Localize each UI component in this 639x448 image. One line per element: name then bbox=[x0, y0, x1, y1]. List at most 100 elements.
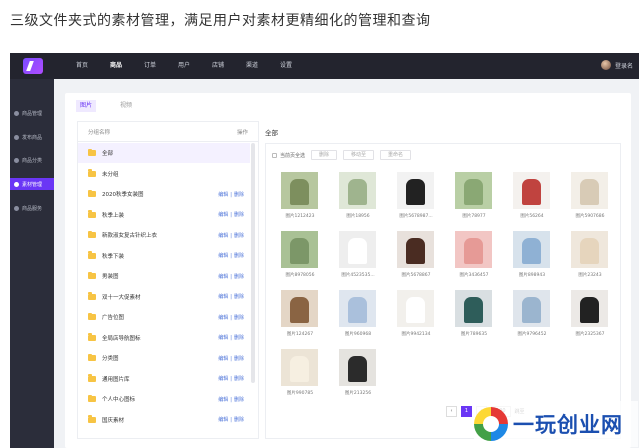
edit-link[interactable]: 编辑 bbox=[218, 376, 228, 382]
delete-link[interactable]: 删除 bbox=[234, 233, 244, 239]
group-actions: 编辑 | 删除 bbox=[218, 314, 244, 321]
action-separator: | bbox=[230, 417, 232, 423]
edit-link[interactable]: 编辑 bbox=[218, 356, 228, 362]
product-shape bbox=[522, 238, 541, 264]
delete-link[interactable]: 删除 bbox=[234, 294, 244, 300]
user-label[interactable]: 登录名 bbox=[615, 61, 633, 70]
folder-icon bbox=[88, 374, 96, 382]
group-row[interactable]: 秋季下装 编辑 | 删除 bbox=[78, 246, 250, 266]
group-row[interactable]: 双十一大促素材 编辑 | 删除 bbox=[78, 287, 250, 307]
group-row[interactable]: 全部 bbox=[78, 143, 250, 163]
product-shape bbox=[406, 297, 425, 323]
edit-link[interactable]: 编辑 bbox=[218, 192, 228, 198]
edit-link[interactable]: 编辑 bbox=[218, 335, 228, 341]
image-thumbnail[interactable] bbox=[281, 349, 318, 386]
delete-link[interactable]: 删除 bbox=[234, 274, 244, 280]
nav-item[interactable]: 店铺 bbox=[201, 53, 235, 79]
image-thumbnail[interactable] bbox=[513, 290, 550, 327]
image-thumbnail[interactable] bbox=[571, 172, 608, 209]
top-bar: 首页 商品 订单 用户 店铺 渠道 设置 登录名 bbox=[10, 53, 639, 79]
image-thumbnail[interactable] bbox=[339, 172, 376, 209]
delete-link[interactable]: 删除 bbox=[234, 212, 244, 218]
image-thumbnail[interactable] bbox=[513, 172, 550, 209]
delete-link[interactable]: 删除 bbox=[234, 192, 244, 198]
image-thumbnail[interactable] bbox=[571, 290, 608, 327]
edit-link[interactable]: 编辑 bbox=[218, 417, 228, 423]
edit-link[interactable]: 编辑 bbox=[218, 233, 228, 239]
edit-link[interactable]: 编辑 bbox=[218, 315, 228, 321]
move-button[interactable]: 移动至 bbox=[343, 150, 375, 160]
group-row[interactable]: 未分组 bbox=[78, 164, 250, 184]
image-thumbnail[interactable] bbox=[571, 231, 608, 268]
sidebar-item[interactable]: 发布商品 bbox=[10, 131, 54, 143]
image-thumbnail[interactable] bbox=[397, 231, 434, 268]
page-1-button[interactable]: 1 bbox=[461, 406, 472, 417]
action-separator: | bbox=[230, 191, 232, 198]
image-thumbnail[interactable] bbox=[339, 349, 376, 386]
sidebar-item[interactable]: 素材管理 bbox=[10, 178, 54, 190]
image-thumbnail[interactable] bbox=[455, 172, 492, 209]
action-separator: | bbox=[230, 232, 232, 239]
image-thumbnail[interactable] bbox=[455, 231, 492, 268]
delete-link[interactable]: 删除 bbox=[234, 253, 244, 259]
image-thumbnail[interactable] bbox=[281, 172, 318, 209]
group-row[interactable]: 国庆素材 编辑 | 删除 bbox=[78, 410, 250, 430]
nav-item[interactable]: 渠道 bbox=[235, 53, 269, 79]
group-row[interactable]: 个人中心图标 编辑 | 删除 bbox=[78, 389, 250, 409]
edit-link[interactable]: 编辑 bbox=[218, 253, 228, 259]
action-separator: | bbox=[230, 314, 232, 321]
tab-images[interactable]: 图片 bbox=[76, 100, 97, 112]
image-thumbnail[interactable] bbox=[281, 231, 318, 268]
delete-link[interactable]: 删除 bbox=[234, 376, 244, 382]
delete-link[interactable]: 删除 bbox=[234, 417, 244, 423]
sidebar-item[interactable]: 商品服务 bbox=[10, 202, 54, 214]
delete-link[interactable]: 删除 bbox=[234, 397, 244, 403]
avatar[interactable] bbox=[600, 60, 611, 70]
image-thumbnail[interactable] bbox=[513, 231, 550, 268]
gallery-box: 当前页全选 删除 移动至 重命名 图片1212423 图片18956 图片56789… bbox=[265, 143, 621, 439]
group-action-header: 操作 bbox=[236, 129, 248, 136]
nav-item[interactable]: 商品 bbox=[99, 53, 133, 79]
group-row[interactable]: 分类图 编辑 | 删除 bbox=[78, 348, 250, 368]
media-tabs: 图片 视频 bbox=[76, 100, 136, 112]
edit-link[interactable]: 编辑 bbox=[218, 212, 228, 218]
sidebar-item[interactable]: 商品管理 bbox=[10, 107, 54, 119]
group-row[interactable]: 秋季上装 编辑 | 删除 bbox=[78, 205, 250, 225]
edit-link[interactable]: 编辑 bbox=[218, 397, 228, 403]
rename-button[interactable]: 重命名 bbox=[380, 150, 412, 160]
nav-item[interactable]: 订单 bbox=[133, 53, 167, 79]
prev-page-button[interactable]: ‹ bbox=[446, 406, 457, 417]
sidebar-item[interactable]: 商品分类 bbox=[10, 154, 54, 166]
nav-item[interactable]: 设置 bbox=[269, 53, 303, 79]
group-row[interactable]: 新款淑女复古针织上衣 编辑 | 删除 bbox=[78, 225, 250, 245]
group-name: 个人中心图标 bbox=[102, 397, 136, 403]
tab-videos[interactable]: 视频 bbox=[116, 100, 136, 112]
edit-link[interactable]: 编辑 bbox=[218, 294, 228, 300]
group-actions: 编辑 | 删除 bbox=[218, 211, 244, 218]
app-logo-icon[interactable] bbox=[23, 58, 43, 74]
image-thumbnail[interactable] bbox=[281, 290, 318, 327]
user-menu[interactable]: 登录名 bbox=[600, 60, 633, 70]
delete-link[interactable]: 删除 bbox=[234, 315, 244, 321]
group-row[interactable]: 全局店导航图标 编辑 | 删除 bbox=[78, 328, 250, 348]
group-list-scrollbar[interactable] bbox=[251, 143, 255, 383]
image-thumbnail[interactable] bbox=[397, 172, 434, 209]
select-all-checkbox[interactable]: 当前页全选 bbox=[272, 152, 305, 159]
image-thumbnail[interactable] bbox=[455, 290, 492, 327]
group-row[interactable]: 通用图片库 编辑 | 删除 bbox=[78, 369, 250, 389]
nav-item[interactable]: 首页 bbox=[65, 53, 99, 79]
delete-link[interactable]: 删除 bbox=[234, 335, 244, 341]
group-row[interactable]: 2020秋季女装图 编辑 | 删除 bbox=[78, 184, 250, 204]
image-thumbnail[interactable] bbox=[397, 290, 434, 327]
delete-button[interactable]: 删除 bbox=[311, 150, 338, 160]
delete-link[interactable]: 删除 bbox=[234, 356, 244, 362]
nav-item[interactable]: 用户 bbox=[167, 53, 201, 79]
image-thumbnail[interactable] bbox=[339, 290, 376, 327]
group-name: 全部 bbox=[102, 151, 114, 157]
image-caption: 图片789635 bbox=[460, 332, 488, 337]
image-thumbnail[interactable] bbox=[339, 231, 376, 268]
group-row[interactable]: 广告位图 编辑 | 删除 bbox=[78, 307, 250, 327]
edit-link[interactable]: 编辑 bbox=[218, 274, 228, 280]
group-row[interactable]: 男装图 编辑 | 删除 bbox=[78, 266, 250, 286]
action-separator: | bbox=[230, 396, 232, 403]
